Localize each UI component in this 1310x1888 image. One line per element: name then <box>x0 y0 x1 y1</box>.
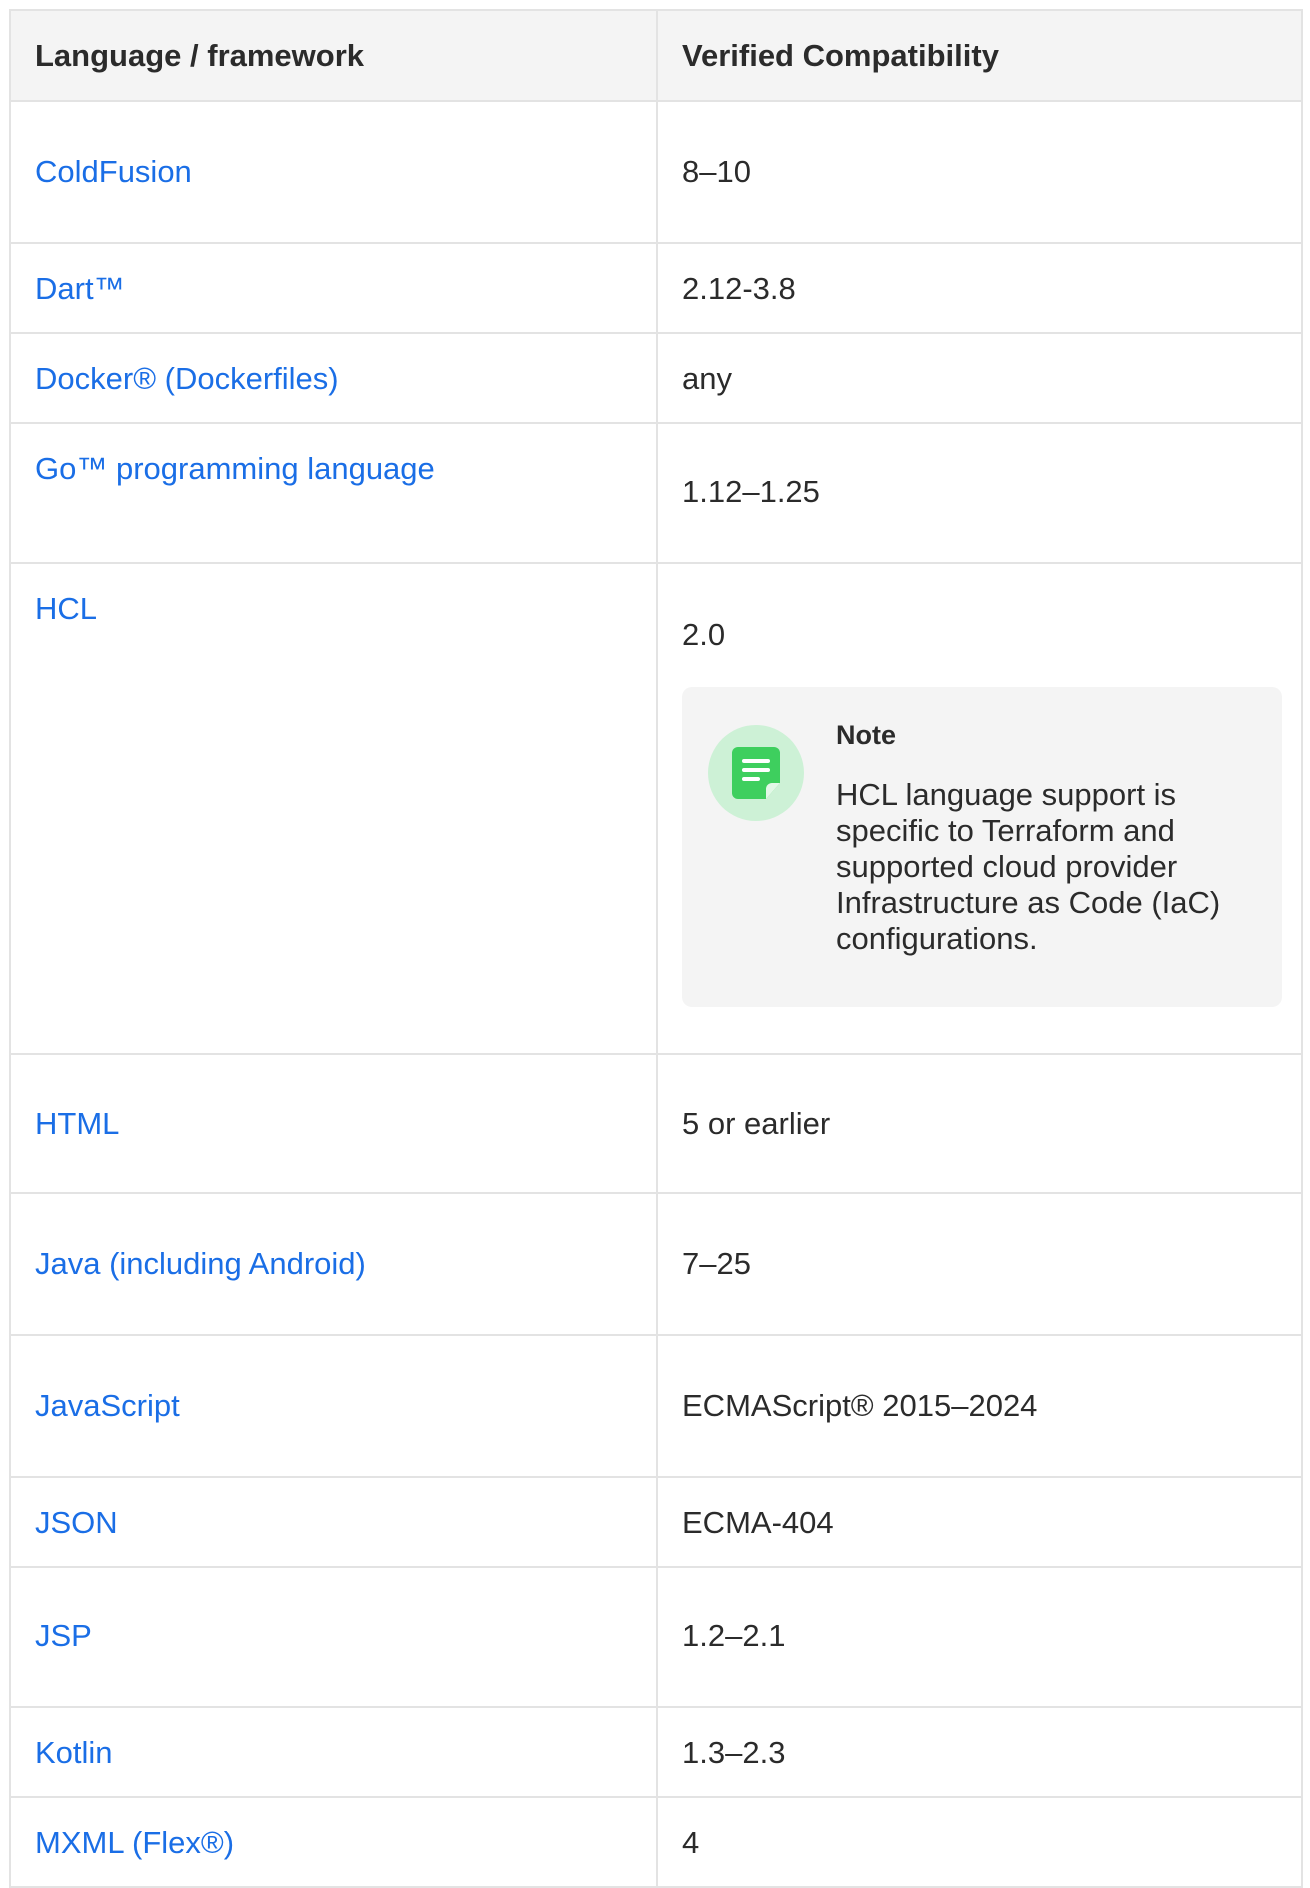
note-title: Note <box>836 720 896 750</box>
language-link-java[interactable]: Java (including Android) <box>35 1246 366 1281</box>
note-body: HCL language support is specific to Terr… <box>836 777 1221 956</box>
compat-value: 5 or earlier <box>682 1106 831 1141</box>
table-row: HCL 2.0 Note HCL language support is spe… <box>11 563 1301 1055</box>
language-link-javascript[interactable]: JavaScript <box>35 1388 180 1423</box>
language-link-docker[interactable]: Docker® (Dockerfiles) <box>35 361 339 396</box>
compat-value: ECMA-404 <box>682 1505 834 1540</box>
compat-cell: 1.12–1.25 <box>656 423 1301 564</box>
language-cell: MXML (Flex®) <box>11 1797 657 1888</box>
compat-cell: any <box>656 333 1301 424</box>
language-link-kotlin[interactable]: Kotlin <box>35 1735 113 1770</box>
language-cell: HTML <box>11 1054 657 1194</box>
language-link-go[interactable]: Go™ programming language <box>35 451 435 486</box>
language-cell: Java (including Android) <box>11 1193 657 1336</box>
table-row: Kotlin 1.3–2.3 <box>11 1707 1301 1798</box>
compat-value: 4 <box>682 1825 700 1860</box>
compat-cell: 2.0 Note HCL language support is specifi… <box>656 563 1301 1055</box>
note-document-glyph <box>732 747 780 799</box>
compatibility-table-container: Language / framework Verified Compatibil… <box>9 9 1303 1888</box>
compat-cell: 2.12-3.8 <box>656 243 1301 334</box>
language-link-dart[interactable]: Dart™ <box>35 271 125 306</box>
table-row: JavaScript ECMAScript® 2015–2024 <box>11 1335 1301 1478</box>
language-link-html[interactable]: HTML <box>35 1106 119 1141</box>
compat-value: 1.12–1.25 <box>682 474 820 509</box>
compat-cell: ECMA-404 <box>656 1477 1301 1568</box>
compat-cell: 1.3–2.3 <box>656 1707 1301 1798</box>
compat-cell: ECMAScript® 2015–2024 <box>656 1335 1301 1478</box>
compat-cell: 7–25 <box>656 1193 1301 1336</box>
language-cell: JSON <box>11 1477 657 1568</box>
compat-value: 2.0 <box>682 617 726 652</box>
language-cell: JavaScript <box>11 1335 657 1478</box>
compatibility-table: Language / framework Verified Compatibil… <box>11 11 1301 1888</box>
compat-cell: 4 <box>656 1797 1301 1888</box>
compat-value: 8–10 <box>682 154 751 189</box>
compat-value: any <box>682 361 732 396</box>
table-row: JSP 1.2–2.1 <box>11 1567 1301 1708</box>
compat-value: 1.3–2.3 <box>682 1735 786 1770</box>
compat-cell: 1.2–2.1 <box>656 1567 1301 1708</box>
compat-value: 7–25 <box>682 1246 751 1281</box>
table-row: Dart™ 2.12-3.8 <box>11 243 1301 334</box>
language-link-json[interactable]: JSON <box>35 1505 118 1540</box>
compat-value: 1.2–2.1 <box>682 1618 786 1653</box>
language-cell: JSP <box>11 1567 657 1708</box>
table-row: HTML 5 or earlier <box>11 1054 1301 1194</box>
language-cell: Docker® (Dockerfiles) <box>11 333 657 424</box>
language-cell: Kotlin <box>11 1707 657 1798</box>
header-compatibility: Verified Compatibility <box>656 11 1301 102</box>
note-callout: Note HCL language support is specific to… <box>682 687 1282 1007</box>
compat-cell: 5 or earlier <box>656 1054 1301 1194</box>
table-row: ColdFusion 8–10 <box>11 101 1301 244</box>
note-icon <box>708 725 804 821</box>
header-language: Language / framework <box>11 11 657 102</box>
table-header-row: Language / framework Verified Compatibil… <box>11 11 1301 102</box>
language-link-jsp[interactable]: JSP <box>35 1618 92 1653</box>
language-link-hcl[interactable]: HCL <box>35 591 97 626</box>
language-cell: HCL <box>11 563 657 1055</box>
compat-cell: 8–10 <box>656 101 1301 244</box>
language-cell: Go™ programming language <box>11 423 657 564</box>
language-cell: Dart™ <box>11 243 657 334</box>
compat-value: ECMAScript® 2015–2024 <box>682 1388 1038 1423</box>
table-row: JSON ECMA-404 <box>11 1477 1301 1568</box>
language-link-mxml[interactable]: MXML (Flex®) <box>35 1825 234 1860</box>
compat-value: 2.12-3.8 <box>682 271 796 306</box>
table-row: Go™ programming language 1.12–1.25 <box>11 423 1301 564</box>
language-cell: ColdFusion <box>11 101 657 244</box>
table-row: MXML (Flex®) 4 <box>11 1797 1301 1888</box>
table-row: Docker® (Dockerfiles) any <box>11 333 1301 424</box>
language-link-coldfusion[interactable]: ColdFusion <box>35 154 192 189</box>
table-row: Java (including Android) 7–25 <box>11 1193 1301 1336</box>
